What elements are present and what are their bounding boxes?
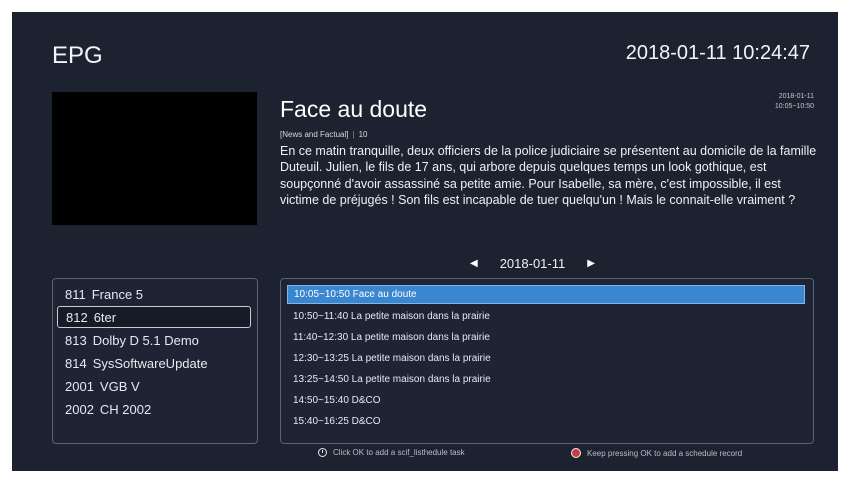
channel-name: Dolby D 5.1 Demo bbox=[92, 332, 199, 348]
program-description: En ce matin tranquille, deux officiers d… bbox=[280, 144, 817, 208]
schedule-item[interactable]: 11:40~12:30 La petite maison dans la pra… bbox=[287, 328, 805, 347]
clock-icon bbox=[318, 448, 327, 457]
schedule-item[interactable]: 10:05~10:50 Face au doute bbox=[287, 285, 805, 304]
program-date: 2018-01-11 bbox=[778, 93, 814, 100]
channel-number: 812 bbox=[66, 309, 88, 325]
schedule-item[interactable]: 10:50~11:40 La petite maison dans la pra… bbox=[287, 307, 805, 326]
epg-screen: EPG 2018-01-11 10:24:47 Face au doute 20… bbox=[12, 12, 838, 471]
channel-name: France 5 bbox=[91, 286, 144, 302]
program-rating: 10 bbox=[358, 130, 368, 139]
right-arrow-icon[interactable]: ▶ bbox=[587, 258, 595, 269]
channel-name: 6ter bbox=[93, 309, 117, 325]
meta-divider: | bbox=[352, 130, 355, 139]
channel-number: 2001 bbox=[65, 378, 94, 394]
schedule-item[interactable]: 15:40~16:25 D&CO bbox=[287, 412, 805, 431]
channel-item[interactable]: 813 Dolby D 5.1 Demo bbox=[57, 329, 251, 351]
record-icon bbox=[571, 448, 581, 458]
schedule-item[interactable]: 13:25~14:50 La petite maison dans la pra… bbox=[287, 370, 805, 389]
schedule-item[interactable]: 12:30~13:25 La petite maison dans la pra… bbox=[287, 349, 805, 368]
channel-number: 811 bbox=[65, 286, 86, 302]
channel-item[interactable]: 2002 CH 2002 bbox=[57, 398, 251, 420]
program-title: Face au doute bbox=[280, 96, 428, 122]
program-time: 10:05~10:50 bbox=[774, 103, 814, 110]
channel-item[interactable]: 811 France 5 bbox=[57, 283, 251, 305]
channel-name: VGB V bbox=[99, 378, 140, 394]
program-datetime: 2018-01-11 10:05~10:50 bbox=[775, 92, 814, 112]
channel-name: SysSoftwareUpdate bbox=[92, 355, 208, 371]
channel-list: 811 France 5 812 6ter 813 Dolby D 5.1 De… bbox=[52, 278, 258, 444]
channel-name: CH 2002 bbox=[99, 401, 152, 417]
schedule-item[interactable]: 14:50~15:40 D&CO bbox=[287, 391, 805, 410]
channel-number: 813 bbox=[65, 332, 87, 348]
schedule-list: 10:05~10:50 Face au doute 10:50~11:40 La… bbox=[280, 278, 814, 444]
hint-add-task-text: Click OK to add a scif_listhedule task bbox=[333, 448, 465, 457]
hint-add-task: Click OK to add a scif_listhedule task bbox=[318, 448, 465, 457]
program-meta: [News and Factual] | 10 bbox=[280, 130, 367, 139]
hint-record-text: Keep pressing OK to add a schedule recor… bbox=[587, 448, 743, 458]
left-arrow-icon[interactable]: ◀ bbox=[470, 258, 478, 269]
channel-item[interactable]: 814 SysSoftwareUpdate bbox=[57, 352, 251, 374]
current-datetime: 2018-01-11 10:24:47 bbox=[625, 42, 810, 64]
video-preview bbox=[52, 92, 257, 225]
channel-number: 814 bbox=[65, 355, 87, 371]
channel-item[interactable]: 812 6ter bbox=[57, 306, 251, 328]
page-title: EPG bbox=[52, 42, 103, 69]
program-category: [News and Factual] bbox=[280, 130, 349, 139]
channel-item[interactable]: 2001 VGB V bbox=[57, 375, 251, 397]
date-navigator: ◀ 2018-01-11 ▶ bbox=[470, 254, 595, 272]
channel-number: 2002 bbox=[65, 401, 94, 417]
schedule-date: 2018-01-11 bbox=[499, 255, 566, 271]
hint-record: Keep pressing OK to add a schedule recor… bbox=[571, 448, 742, 458]
